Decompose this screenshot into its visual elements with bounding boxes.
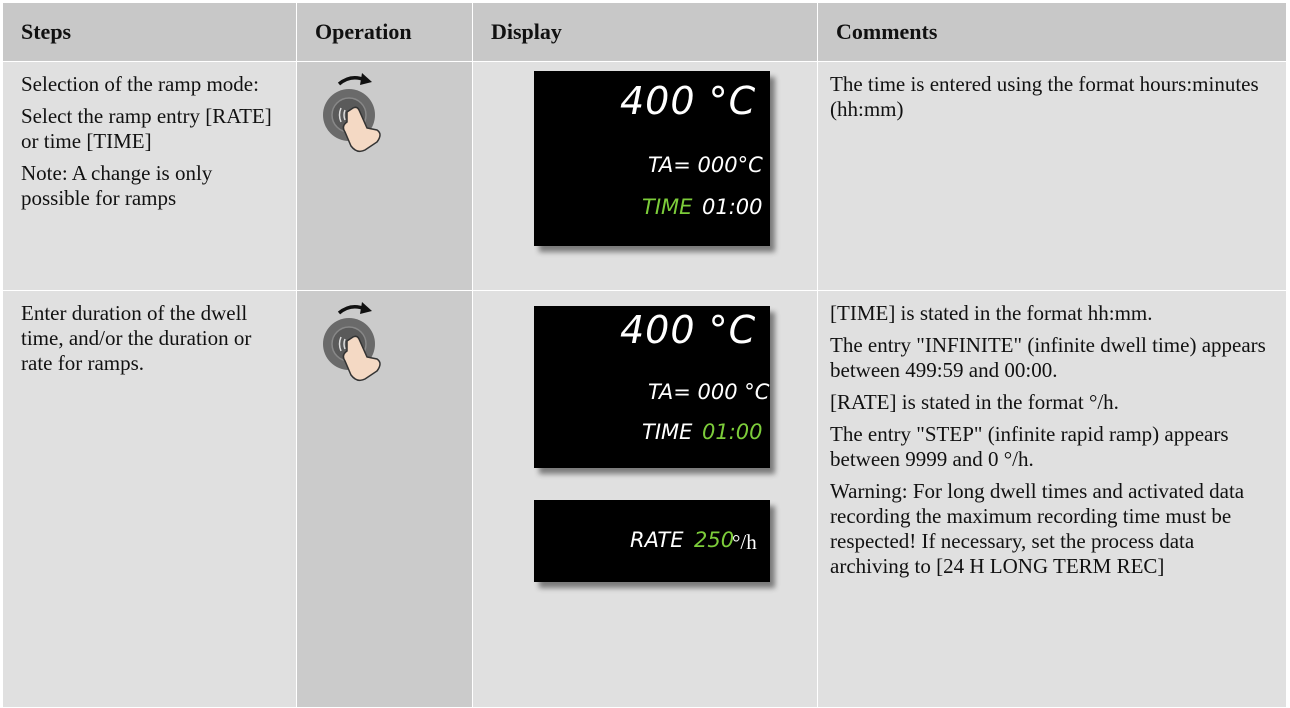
step-text: Select the ramp entry [RATE] or time [TI…: [21, 104, 272, 153]
lcd-temperature: 400 °C: [620, 79, 757, 123]
display-cell: 400 °C TA= 000°C TIME 01:00: [472, 61, 818, 291]
comment-text: The entry "INFINITE" (infinite dwell tim…: [830, 333, 1266, 382]
operation-cell: [296, 61, 473, 291]
comments-cell: The time is entered using the format hou…: [817, 61, 1287, 291]
comment-text: [RATE] is stated in the format °/h.: [830, 390, 1119, 414]
comment-text: The time is entered using the format hou…: [830, 72, 1259, 121]
step-text: Enter duration of the dwell time, and/or…: [21, 301, 252, 375]
lcd-rate-label: RATE: [630, 528, 684, 552]
step-text: Note: A change is only possible for ramp…: [21, 161, 213, 210]
lcd-time-label: TIME: [642, 195, 693, 219]
lcd-time-value: 01:00: [702, 195, 763, 219]
lcd-rate-unit: °/h: [732, 530, 757, 554]
step-text: Selection of the ramp mode:: [21, 72, 259, 96]
comment-text: [TIME] is stated in the format hh:mm.: [830, 301, 1153, 325]
table-row: Selection of the ramp mode: Select the r…: [2, 61, 1287, 291]
header-row: Steps Operation Display Comments: [2, 2, 1287, 62]
lcd-display: 400 °C TA= 000 °C TIME 01:00: [534, 306, 770, 468]
lcd-display: 400 °C TA= 000°C TIME 01:00: [534, 71, 770, 246]
lcd-ta: TA= 000°C: [648, 153, 763, 177]
lcd-time-value: 01:00: [702, 420, 763, 444]
lcd-ta: TA= 000 °C: [648, 380, 770, 404]
operation-cell: [296, 290, 473, 708]
header-steps: Steps: [2, 2, 297, 62]
comment-text: Warning: For long dwell times and activa…: [830, 479, 1245, 578]
lcd-temperature: 400 °C: [620, 308, 757, 352]
display-cell: 400 °C TA= 000 °C TIME 01:00 RATE 250 °/…: [472, 290, 818, 708]
instruction-table: Steps Operation Display Comments Selecti…: [2, 2, 1287, 708]
steps-cell: Enter duration of the dwell time, and/or…: [2, 290, 297, 708]
steps-cell: Selection of the ramp mode: Select the r…: [2, 61, 297, 291]
header-operation: Operation: [296, 2, 473, 62]
rotate-knob-icon: [317, 299, 397, 389]
table-row: Enter duration of the dwell time, and/or…: [2, 290, 1287, 708]
header-comments: Comments: [817, 2, 1287, 62]
lcd-rate-value: 250: [694, 528, 735, 552]
lcd-rate-display: RATE 250 °/h: [534, 500, 770, 582]
rotate-knob-icon: [317, 70, 397, 160]
comments-cell: [TIME] is stated in the format hh:mm. Th…: [817, 290, 1287, 708]
header-display: Display: [472, 2, 818, 62]
comment-text: The entry "STEP" (infinite rapid ramp) a…: [830, 422, 1229, 471]
lcd-time-label: TIME: [642, 420, 693, 444]
